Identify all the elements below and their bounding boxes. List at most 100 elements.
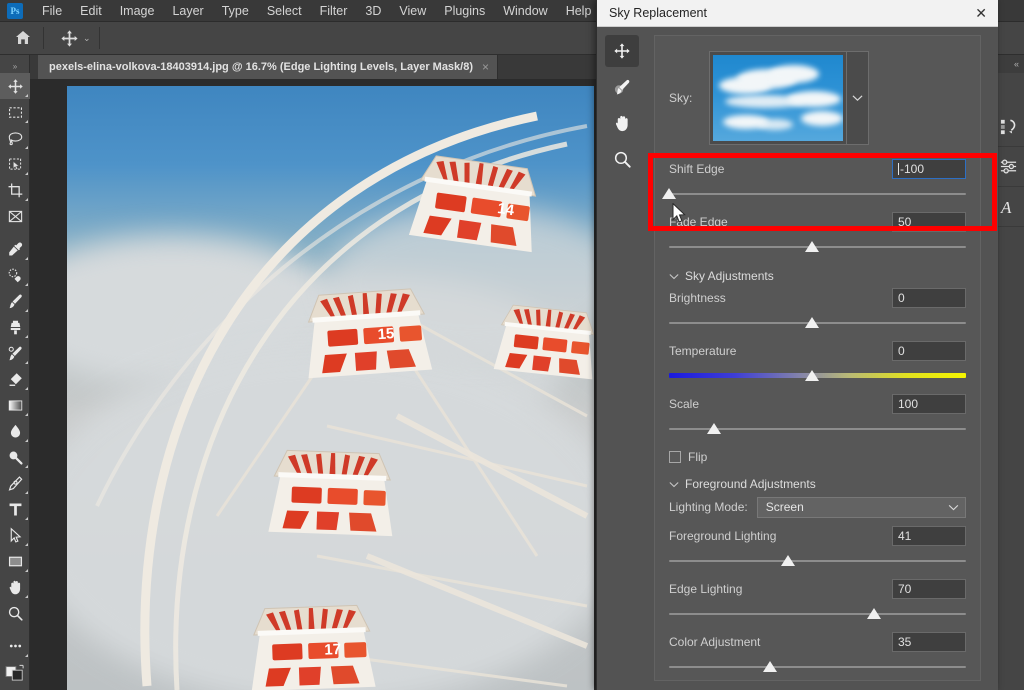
foreground-lighting-label: Foreground Lighting (669, 529, 777, 543)
sky-adjustments-title: Sky Adjustments (685, 269, 774, 283)
close-icon[interactable]: × (482, 60, 489, 74)
tool-marquee[interactable] (0, 99, 30, 125)
edge-lighting-input[interactable]: 70 (892, 579, 966, 599)
scale-input[interactable]: 100 (892, 394, 966, 414)
toolbar-collapse-icon[interactable]: » (0, 59, 29, 73)
chevron-down-icon[interactable]: ⌄ (83, 33, 91, 44)
menu-image[interactable]: Image (111, 1, 164, 21)
clone-stamp-icon (10, 320, 20, 334)
slider-thumb[interactable] (804, 370, 819, 381)
tool-expand-corner (25, 465, 28, 468)
foreground-lighting-row: Foreground Lighting 41 (669, 526, 966, 546)
sky-hand-tool[interactable] (605, 107, 639, 139)
tool-move[interactable] (0, 73, 30, 99)
menu-view[interactable]: View (390, 1, 435, 21)
canvas-area[interactable]: 14 15 17 (30, 79, 600, 690)
scale-slider[interactable] (669, 421, 966, 438)
tool-frame[interactable] (0, 203, 30, 229)
options-active-tool[interactable]: ⌄ (55, 24, 96, 52)
shift-edge-input[interactable]: -100 (892, 159, 966, 179)
tool-eraser[interactable] (0, 366, 30, 392)
edge-lighting-slider[interactable] (669, 606, 966, 623)
menu-filter[interactable]: Filter (311, 1, 357, 21)
fade-edge-slider[interactable] (669, 239, 966, 256)
gondola-number-15: 15 (377, 325, 395, 343)
foreground-adjustments-header[interactable]: Foreground Adjustments (669, 477, 966, 491)
home-button[interactable] (6, 24, 40, 52)
sky-adjustments-header[interactable]: Sky Adjustments (669, 269, 966, 283)
menu-select[interactable]: Select (258, 1, 311, 21)
tool-blur[interactable] (0, 418, 30, 444)
color-adjustment-input[interactable]: 35 (892, 632, 966, 652)
foreground-lighting-input[interactable]: 41 (892, 526, 966, 546)
tool-pen[interactable] (0, 470, 30, 496)
temperature-slider[interactable] (669, 368, 966, 385)
slider-thumb[interactable] (780, 555, 795, 566)
temperature-group: Temperature 0 (669, 341, 966, 385)
chevron-down-icon (669, 273, 679, 279)
ellipsis-icon (9, 644, 21, 648)
tool-expand-corner (25, 413, 28, 416)
brightness-input[interactable]: 0 (892, 288, 966, 308)
menu-plugins[interactable]: Plugins (435, 1, 494, 21)
tool-dodge[interactable] (0, 444, 30, 470)
tool-path-selection[interactable] (0, 522, 30, 548)
gondola-number-14: 14 (496, 200, 516, 219)
document-image[interactable]: 14 15 17 (67, 86, 594, 690)
menu-window[interactable]: Window (494, 1, 556, 21)
flip-checkbox[interactable] (669, 451, 681, 463)
dialog-titlebar[interactable]: Sky Replacement ✕ (597, 0, 998, 27)
sky-dropdown-button[interactable] (847, 51, 869, 145)
tool-lasso[interactable] (0, 125, 30, 151)
close-icon[interactable]: ✕ (975, 6, 987, 20)
shift-edge-slider[interactable] (662, 186, 966, 203)
rectangle-shape-icon (8, 556, 22, 566)
sky-move-tool[interactable] (605, 35, 639, 67)
slider-thumb[interactable] (706, 423, 721, 434)
tool-brush[interactable] (0, 288, 30, 314)
flip-checkbox-row[interactable]: Flip (669, 450, 966, 464)
tool-history-brush[interactable] (0, 340, 30, 366)
color-swatches[interactable] (0, 659, 30, 685)
ferris-wheel-graphic: 14 15 17 (95, 111, 594, 690)
slider-thumb[interactable] (804, 241, 819, 252)
slider-thumb[interactable] (662, 188, 676, 199)
tool-gradient[interactable] (0, 392, 30, 418)
menu-layer[interactable]: Layer (163, 1, 212, 21)
rectangular-marquee-icon (8, 106, 22, 118)
menu-edit[interactable]: Edit (71, 1, 111, 21)
slider-thumb[interactable] (762, 661, 777, 672)
temperature-input[interactable]: 0 (892, 341, 966, 361)
fade-edge-input[interactable]: 50 (892, 212, 966, 232)
tool-hand[interactable] (0, 574, 30, 600)
tool-edit-toolbar[interactable] (0, 633, 30, 659)
menu-3d[interactable]: 3D (356, 1, 390, 21)
tool-expand-corner (25, 654, 28, 657)
tool-eyedropper[interactable] (0, 236, 30, 262)
foreground-lighting-slider[interactable] (669, 553, 966, 570)
tool-expand-corner (25, 387, 28, 390)
slider-thumb[interactable] (866, 608, 881, 619)
document-tab[interactable]: pexels-elina-volkova-18403914.jpg @ 16.7… (38, 55, 499, 79)
color-adjustment-slider[interactable] (669, 659, 966, 676)
tool-object-selection[interactable] (0, 151, 30, 177)
lighting-mode-select[interactable]: Screen (756, 496, 966, 518)
tool-expand-corner (25, 569, 28, 572)
tool-expand-corner (25, 335, 28, 338)
tool-expand-corner (25, 94, 28, 97)
gradient-icon (8, 399, 22, 411)
menu-file[interactable]: File (33, 1, 71, 21)
tool-zoom[interactable] (0, 600, 30, 626)
tool-clone-stamp[interactable] (0, 314, 30, 340)
slider-thumb[interactable] (804, 317, 819, 328)
menu-type[interactable]: Type (213, 1, 258, 21)
tool-shape[interactable] (0, 548, 30, 574)
tool-type[interactable] (0, 496, 30, 522)
tool-crop[interactable] (0, 177, 30, 203)
sky-zoom-tool[interactable] (605, 143, 639, 175)
sky-brush-tool[interactable] (605, 71, 639, 103)
brightness-slider[interactable] (669, 315, 966, 332)
sky-preview-button[interactable] (709, 51, 847, 145)
tool-healing-brush[interactable] (0, 262, 30, 288)
menu-help[interactable]: Help (557, 1, 601, 21)
